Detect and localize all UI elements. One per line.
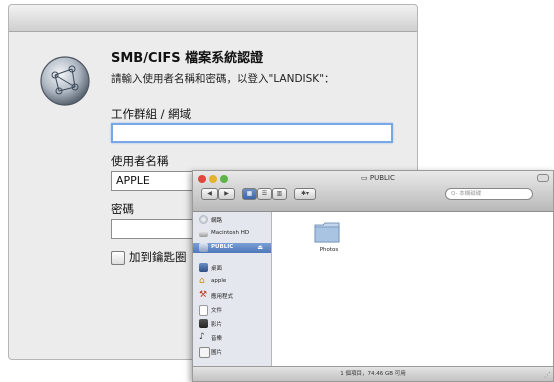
keychain-label: 加到鑰匙圈 — [129, 250, 187, 264]
password-label: 密碼 — [111, 202, 134, 216]
sidebar-item-documents[interactable]: 文件 — [193, 305, 271, 316]
keychain-checkbox[interactable] — [111, 251, 125, 265]
hard-drive-icon — [199, 231, 208, 237]
eject-icon[interactable]: ⏏ — [257, 244, 263, 251]
document-icon — [199, 305, 208, 316]
action-menu-button[interactable]: ✱▾ — [294, 188, 316, 200]
workgroup-input[interactable] — [111, 123, 393, 143]
desktop-icon — [199, 263, 208, 272]
dialog-message: 請輸入使用者名稱和密碼，以登入"LANDISK"： — [111, 73, 335, 85]
home-icon: ⌂ — [199, 276, 205, 286]
pictures-icon — [199, 347, 210, 358]
sidebar-item-movies[interactable]: 影片 — [193, 319, 271, 329]
sidebar-item-macintosh-hd[interactable]: Macintosh HD — [193, 229, 271, 239]
network-drive-icon — [199, 243, 208, 252]
dialog-title: SMB/CIFS 檔案系統認證 — [111, 51, 264, 66]
folder-icon[interactable] — [314, 221, 340, 243]
sidebar-item-network[interactable]: 網路 — [193, 215, 271, 225]
resize-handle[interactable]: ⋰ — [544, 370, 551, 380]
finder-window: ▭ PUBLIC ◀ ▶ ▦ ☰ ▥ ✱▾ Q- 本機磁碟 網路 Macinto… — [192, 170, 554, 382]
column-view-button[interactable]: ▥ — [272, 188, 287, 200]
username-label: 使用者名稱 — [111, 154, 169, 168]
applications-icon: ⚒ — [199, 290, 208, 300]
finder-sidebar: 網路 Macintosh HD PUBLIC ⏏ 桌面 ⌂ apple ⚒ 應用… — [193, 212, 272, 367]
window-title: ▭ PUBLIC — [361, 174, 395, 182]
dialog-titlebar[interactable] — [9, 5, 417, 32]
folder-icon: ▭ — [361, 174, 368, 182]
sidebar-item-desktop[interactable]: 桌面 — [193, 263, 271, 273]
music-icon: ♪ — [199, 332, 205, 342]
search-field[interactable]: Q- 本機磁碟 — [445, 188, 533, 200]
workgroup-label: 工作群組 / 網域 — [111, 107, 192, 121]
sidebar-item-music[interactable]: ♪ 音樂 — [193, 333, 271, 343]
toolbar-toggle-button[interactable] — [537, 174, 549, 182]
forward-button[interactable]: ▶ — [218, 188, 235, 200]
folder-label: Photos — [319, 247, 339, 253]
finder-toolbar[interactable]: ▭ PUBLIC ◀ ▶ ▦ ☰ ▥ ✱▾ Q- 本機磁碟 — [193, 171, 553, 212]
sidebar-item-pictures[interactable]: 圖片 — [193, 347, 271, 358]
back-button[interactable]: ◀ — [201, 188, 218, 200]
zoom-button[interactable] — [220, 175, 228, 183]
status-bar: 1 個項目，74.46 GB 可用 — [193, 366, 553, 381]
sidebar-item-applications[interactable]: ⚒ 應用程式 — [193, 291, 271, 301]
network-globe-icon — [40, 56, 90, 106]
list-view-button[interactable]: ☰ — [257, 188, 272, 200]
icon-view-button[interactable]: ▦ — [242, 188, 257, 200]
movie-icon — [199, 319, 208, 328]
sidebar-item-home[interactable]: ⌂ apple — [193, 277, 271, 287]
sidebar-item-public[interactable]: PUBLIC ⏏ — [193, 243, 271, 253]
minimize-button[interactable] — [209, 175, 217, 183]
network-icon — [199, 215, 208, 224]
close-button[interactable] — [198, 175, 206, 183]
